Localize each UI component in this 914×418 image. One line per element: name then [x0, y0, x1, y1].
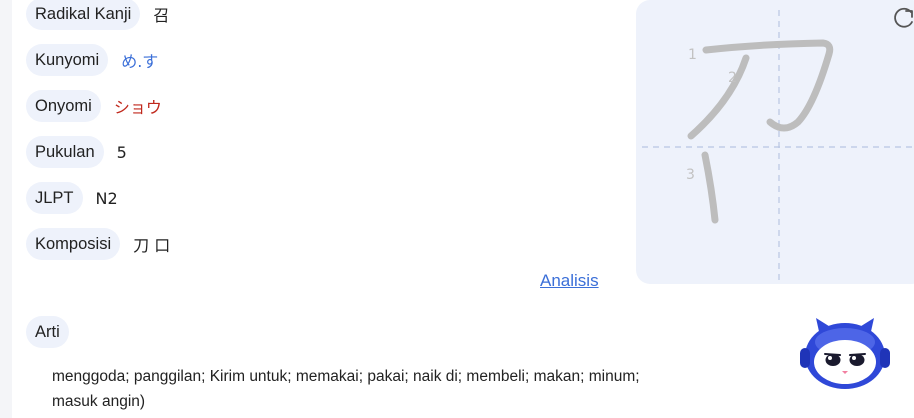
stroke-1	[702, 39, 834, 132]
kunyomi-value[interactable]: め.す	[121, 48, 158, 72]
stroke-3	[701, 151, 719, 224]
stroke-number-1: 1	[688, 47, 697, 63]
stroke-2	[687, 54, 750, 140]
onyomi-value[interactable]: ショウ	[114, 94, 162, 118]
refresh-icon[interactable]	[891, 6, 914, 32]
detail-label: Onyomi	[26, 90, 101, 122]
stroke-order-panel[interactable]: 1 2 3	[636, 0, 914, 284]
detail-label: Radikal Kanji	[26, 0, 141, 30]
meaning-section-header: Arti	[26, 316, 69, 348]
detail-row-onyomi: Onyomi ショウ	[26, 90, 162, 122]
radical-value[interactable]: 召	[153, 2, 169, 26]
detail-label: Kunyomi	[26, 44, 109, 76]
detail-row-kunyomi: Kunyomi め.す	[26, 44, 158, 76]
analysis-link[interactable]: Analisis	[540, 271, 599, 291]
detail-row-jlpt: JLPT N2	[26, 182, 118, 214]
meaning-label: Arti	[26, 316, 69, 348]
stroke-order-drawing: 1 2 3	[642, 10, 914, 284]
jlpt-value: N2	[95, 188, 118, 208]
detail-row-radical: Radikal Kanji 召	[26, 0, 169, 30]
detail-label: JLPT	[26, 182, 83, 214]
composition-value[interactable]: 刀 口	[133, 232, 170, 256]
stroke-number-3: 3	[686, 167, 695, 183]
strokes-value: 5	[116, 142, 127, 162]
meaning-text: menggoda; panggilan; Kirim untuk; memaka…	[52, 368, 640, 410]
detail-row-composition: Komposisi 刀 口	[26, 228, 170, 260]
detail-row-strokes: Pukulan 5	[26, 136, 127, 168]
robot-cat-mascot-icon[interactable]	[798, 316, 892, 392]
detail-label: Pukulan	[26, 136, 104, 168]
left-edge-strip	[0, 0, 12, 418]
detail-label: Komposisi	[26, 228, 121, 260]
stroke-number-2: 2	[728, 70, 737, 86]
